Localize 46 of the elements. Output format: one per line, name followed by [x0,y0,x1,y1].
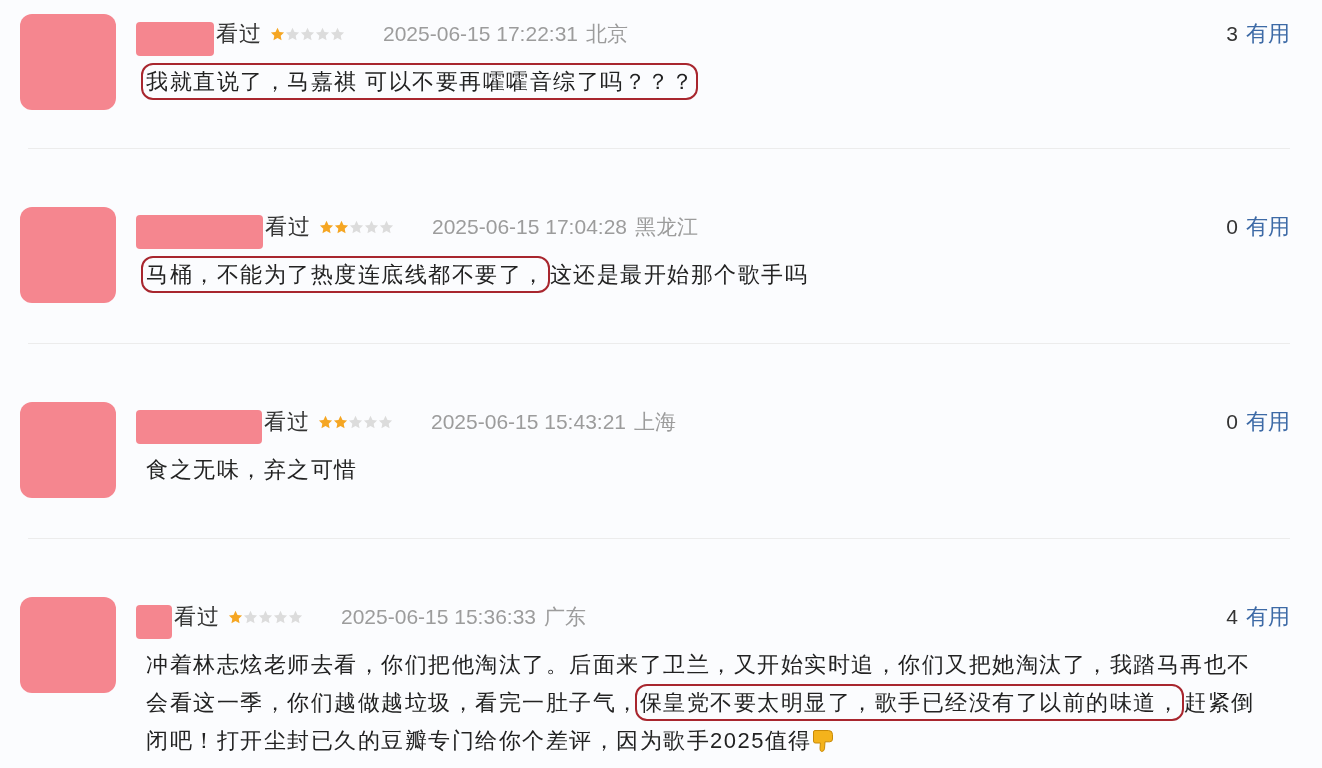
useful-link[interactable]: 有用 [1246,602,1290,632]
star-icon [228,609,243,625]
useful-count: 4 [1226,605,1238,629]
watch-status: 看过 [265,213,311,241]
useful-link[interactable]: 有用 [1246,19,1290,49]
useful-link[interactable]: 有用 [1246,407,1290,437]
review-time: 2025-06-15 15:36:33 [341,605,536,629]
watch-status: 看过 [174,603,220,631]
star-icon [270,26,285,42]
star-icon [273,609,288,625]
star-icon [288,609,303,625]
review-text: 我就直说了，马嘉祺 可以不要再嚯嚯音综了吗？？？ [136,58,1262,106]
star-icon [378,414,393,430]
review-text: 冲着林志炫老师去看，你们把他淘汰了。后面来了卫兰，又开始实时追，你们又把她淘汰了，我踏马再也不会看这一季，你们越做越垃圾，看完一肚子气，保皇党不要太明显了，歌手已经没有了以前的味道， 赶紧倒闭吧！打开尘封已久的豆瓣专门给你个差评，因为歌手2025值得 [145,651,1256,755]
star-icon [319,219,334,235]
review-time: 2025-06-15 17:04:28 [432,215,627,239]
review-location: 黑龙江 [635,214,698,240]
useful-count: 3 [1226,22,1238,46]
useful-count: 0 [1226,215,1238,239]
star-icon [243,609,258,625]
star-icon [315,26,330,42]
review-location: 上海 [634,409,676,435]
star-icon [333,414,348,430]
review-location: 广东 [544,604,586,630]
review-location: 北京 [586,21,628,47]
watch-status: 看过 [264,408,310,436]
useful-count: 0 [1226,410,1238,434]
redaction-block [136,605,172,639]
star-icon [258,609,273,625]
useful-link[interactable]: 有用 [1246,212,1290,242]
star-icon [330,26,345,42]
thumbs-down-icon [811,728,834,753]
star-icon [285,26,300,42]
star-icon [300,26,315,42]
star-icon [379,219,394,235]
review-text: 食之无味，弃之可惜 [145,456,359,484]
review-time: 2025-06-15 17:22:31 [383,22,578,46]
watch-status: 看过 [216,20,262,48]
star-icon [364,219,379,235]
star-icon [334,219,349,235]
star-icon [363,414,378,430]
star-icon [348,414,363,430]
star-icon [349,219,364,235]
review-text: 马桶，不能为了热度连底线都不要了， 这还是最开始那个歌手吗 [136,251,1262,299]
review-time: 2025-06-15 15:43:21 [431,410,626,434]
star-icon [318,414,333,430]
